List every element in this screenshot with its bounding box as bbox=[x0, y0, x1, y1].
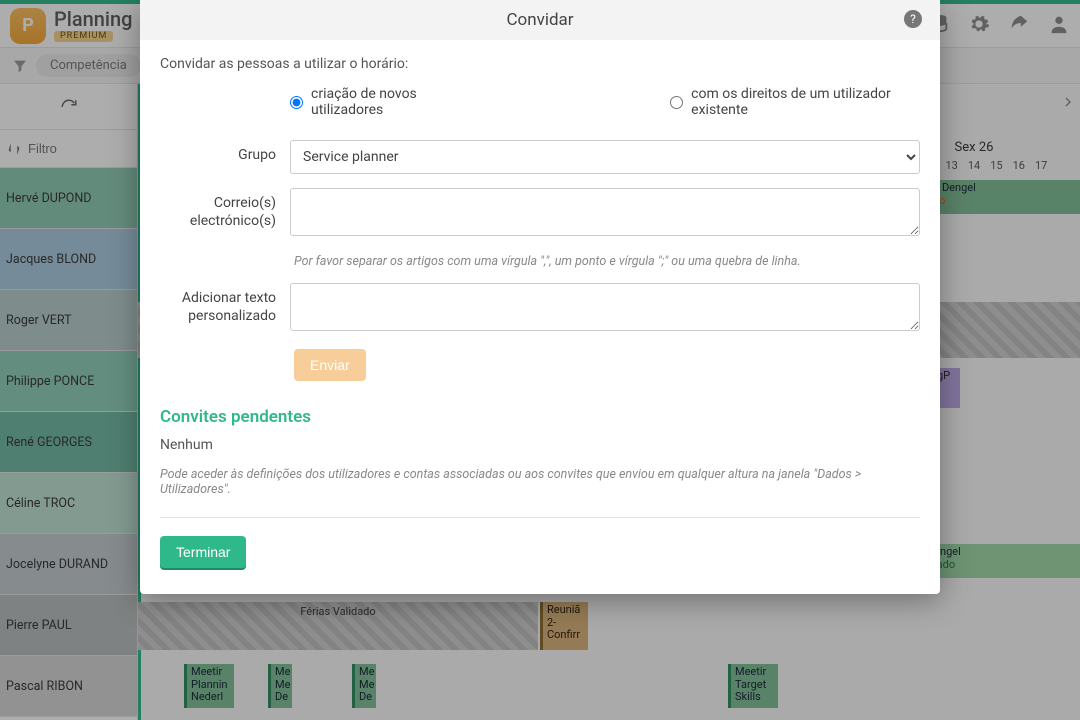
emails-hint: Por favor separar os artigos com uma vír… bbox=[294, 254, 920, 269]
custom-text-textarea[interactable] bbox=[290, 283, 920, 331]
emails-textarea[interactable] bbox=[290, 188, 920, 236]
label-custom-text: Adicionar texto personalizado bbox=[160, 283, 290, 325]
done-button[interactable]: Terminar bbox=[160, 536, 246, 568]
separator bbox=[160, 517, 920, 518]
radio-existing-user[interactable]: com os direitos de um utilizador existen… bbox=[670, 86, 920, 118]
pending-note: Pode aceder às definições dos utilizador… bbox=[160, 467, 920, 497]
modal-title: Convidar bbox=[506, 10, 573, 30]
group-select[interactable]: Service planner bbox=[290, 140, 920, 174]
modal-intro: Convidar as pessoas a utilizar o horário… bbox=[160, 56, 920, 72]
radio-new-users[interactable]: criação de novos utilizadores bbox=[290, 86, 470, 118]
pending-heading: Convites pendentes bbox=[160, 407, 920, 427]
label-group: Grupo bbox=[160, 140, 290, 164]
pending-none: Nenhum bbox=[160, 437, 920, 453]
invite-modal: Convidar ? Convidar as pessoas a utiliza… bbox=[140, 0, 940, 594]
radio-existing-user-input[interactable] bbox=[670, 96, 683, 109]
label-emails: Correio(s) electrónico(s) bbox=[160, 188, 290, 230]
radio-new-users-input[interactable] bbox=[290, 96, 303, 109]
send-button[interactable]: Enviar bbox=[294, 349, 366, 381]
modal-header: Convidar ? bbox=[140, 0, 940, 40]
help-icon[interactable]: ? bbox=[904, 10, 922, 28]
